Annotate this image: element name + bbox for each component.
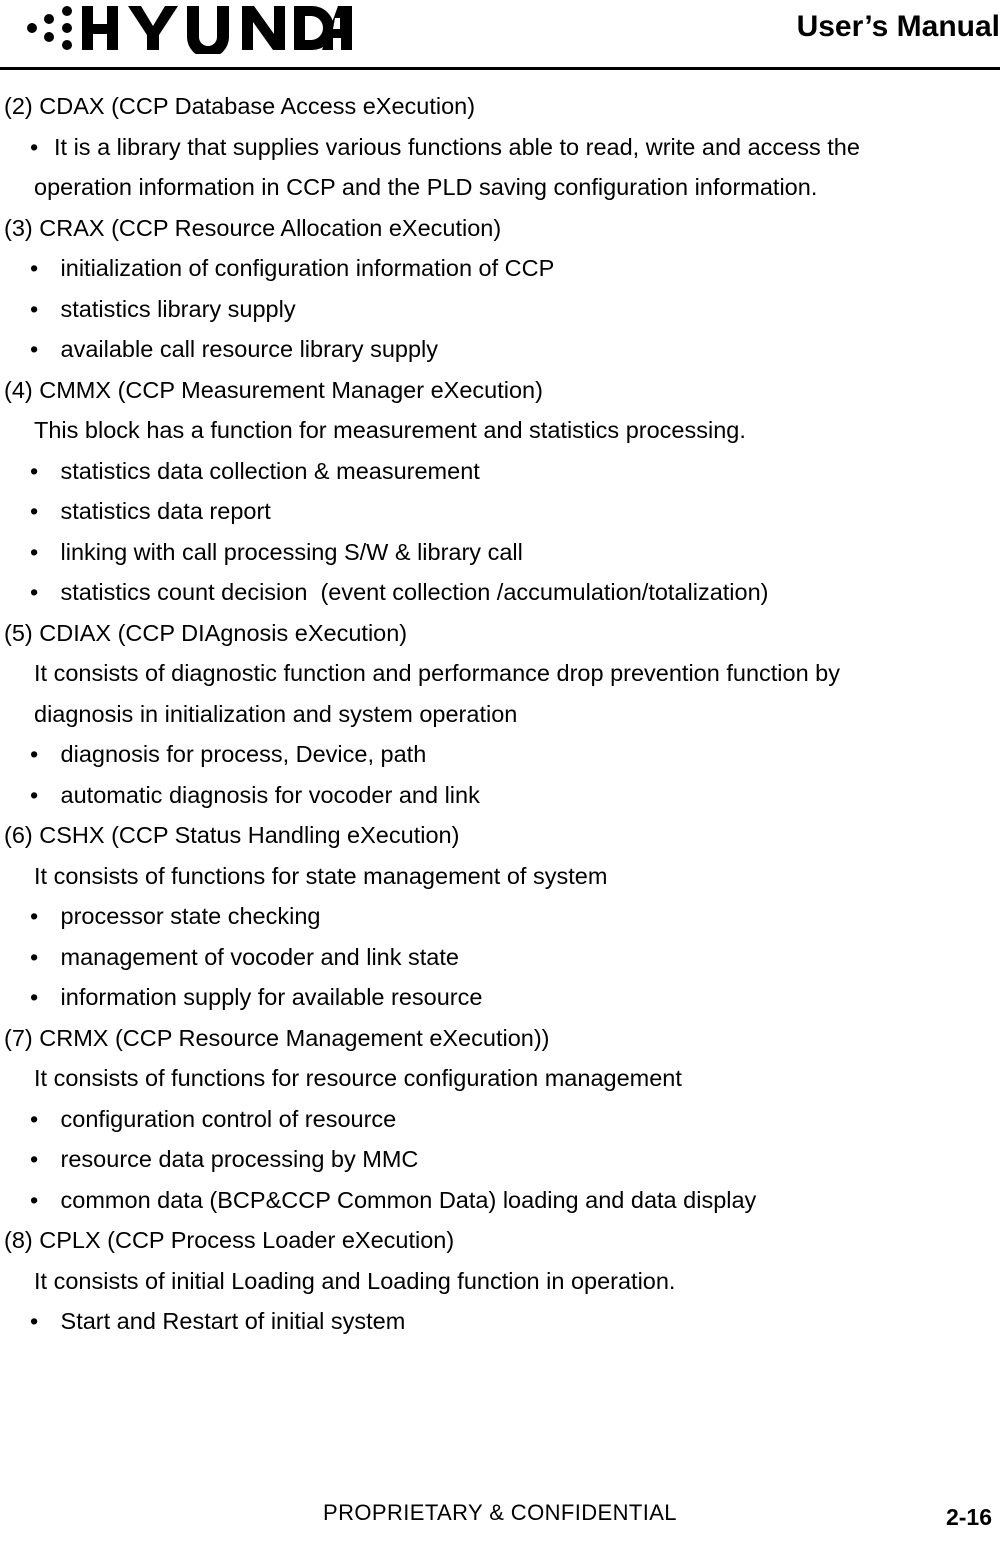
bullet-item: • statistics count decision (event colle… — [0, 572, 1000, 613]
bullet-item: • It is a library that supplies various f… — [0, 127, 1000, 168]
bullet-item: • management of vocoder and link state — [0, 937, 1000, 978]
bullet-dot-icon: • — [30, 903, 39, 929]
bullet-item: • initialization of configuration inform… — [0, 248, 1000, 289]
section-heading: (6) CSHX (CCP Status Handling eXecution) — [4, 822, 460, 848]
page-number: 2-16 — [945, 1504, 992, 1530]
section-heading: (7) CRMX (CCP Resource Management eXecut… — [4, 1024, 550, 1051]
confidential-notice: PROPRIETARY & CONFIDENTIAL — [323, 1500, 677, 1525]
bullet-text: management of vocoder and link state — [54, 943, 459, 970]
bullet-dot-icon: • — [30, 781, 39, 808]
bullet-dot-icon: • — [30, 741, 39, 767]
bullet-dot-icon: • — [30, 943, 39, 970]
document-body: (2) CDAX (CCP Database Access eXecution)… — [0, 86, 1000, 1342]
bullet-item: • available call resource library supply — [0, 329, 1000, 370]
bullet-text: linking with call processing S/W & libra… — [54, 538, 523, 565]
bullet-text: statistics data report — [54, 498, 271, 524]
bullet-text: processor state checking — [54, 903, 321, 929]
bullet-item: • diagnosis for process, Device, path — [0, 734, 1000, 775]
bullet-dot-icon: • — [30, 1105, 39, 1132]
bullet-dot-icon: • — [30, 457, 39, 484]
bullet-dot-icon: • — [30, 579, 39, 605]
bullet-item: • information supply for available resou… — [0, 977, 1000, 1018]
bullet-item: • processor state checking — [0, 896, 1000, 937]
page-header: User’s Manual — [0, 0, 1000, 70]
header-divider — [0, 67, 1000, 70]
bullet-text: resource data processing by MMC — [54, 1146, 419, 1172]
bullet-item: • resource data processing by MMC — [0, 1139, 1000, 1180]
bullet-dot-icon: • — [30, 255, 39, 281]
bullet-text: Start and Restart of initial system — [54, 1308, 406, 1334]
bullet-text: available call resource library supply — [54, 336, 439, 362]
continuation-text: operation information in CCP and the PLD… — [34, 174, 818, 200]
bullet-item: • common data (BCP&CCP Common Data) load… — [0, 1180, 1000, 1221]
bullet-item: • configuration control of resource — [0, 1099, 1000, 1140]
bullet-dot-icon: • — [30, 498, 39, 524]
bullet-text: common data (BCP&CCP Common Data) loadin… — [54, 1186, 757, 1213]
section-heading: (8) CPLX (CCP Process Loader eXecution) — [4, 1227, 455, 1253]
bullet-item: • statistics library supply — [0, 289, 1000, 330]
hyundai-logo — [22, 4, 352, 54]
manual-title: User’s Manual — [796, 10, 1000, 43]
bullet-dot-icon: • — [30, 336, 39, 362]
bullet-dot-icon: • — [30, 984, 39, 1010]
section-heading: (4) CMMX (CCP Measurement Manager eXecut… — [4, 376, 543, 403]
body-text: It consists of functions for state manag… — [34, 862, 608, 889]
bullet-text: statistics count decision (event collect… — [54, 579, 769, 605]
body-text: It consists of functions for resource co… — [34, 1065, 682, 1091]
bullet-text: statistics library supply — [54, 295, 296, 322]
bullet-text: statistics data collection & measurement — [54, 457, 480, 484]
bullet-dot-icon: • — [30, 295, 39, 322]
bullet-text: automatic diagnosis for vocoder and link — [54, 781, 480, 808]
section-heading: (2) CDAX (CCP Database Access eXecution) — [4, 93, 476, 119]
bullet-dot-icon: • — [30, 1186, 39, 1213]
bullet-text: initialization of configuration informat… — [54, 255, 555, 281]
body-text: diagnosis in initialization and system o… — [34, 700, 518, 727]
page-footer: PROPRIETARY & CONFIDENTIAL 2-16 — [0, 1500, 1000, 1540]
bullet-text: diagnosis for process, Device, path — [54, 741, 427, 767]
bullet-text: configuration control of resource — [54, 1105, 397, 1132]
bullet-item: • statistics data report — [0, 491, 1000, 532]
section-heading: (5) CDIAX (CCP DIAgnosis eXecution) — [4, 619, 408, 646]
bullet-dot-icon: • — [30, 538, 39, 565]
bullet-item: • statistics data collection & measureme… — [0, 451, 1000, 492]
bullet-text: It is a library that supplies various fu… — [54, 133, 860, 160]
body-text: It consists of initial Loading and Loadi… — [34, 1267, 676, 1294]
bullet-item: • Start and Restart of initial system — [0, 1301, 1000, 1342]
body-text: This block has a function for measuremen… — [34, 417, 746, 443]
bullet-item: • linking with call processing S/W & lib… — [0, 532, 1000, 573]
bullet-item: • automatic diagnosis for vocoder and li… — [0, 775, 1000, 816]
body-text: It consists of diagnostic function and p… — [34, 660, 840, 686]
bullet-text: information supply for available resourc… — [54, 984, 483, 1010]
bullet-dot-icon: • — [30, 133, 39, 160]
bullet-dot-icon: • — [30, 1308, 39, 1334]
bullet-dot-icon: • — [30, 1146, 39, 1172]
section-heading: (3) CRAX (CCP Resource Allocation eXecut… — [4, 214, 502, 241]
